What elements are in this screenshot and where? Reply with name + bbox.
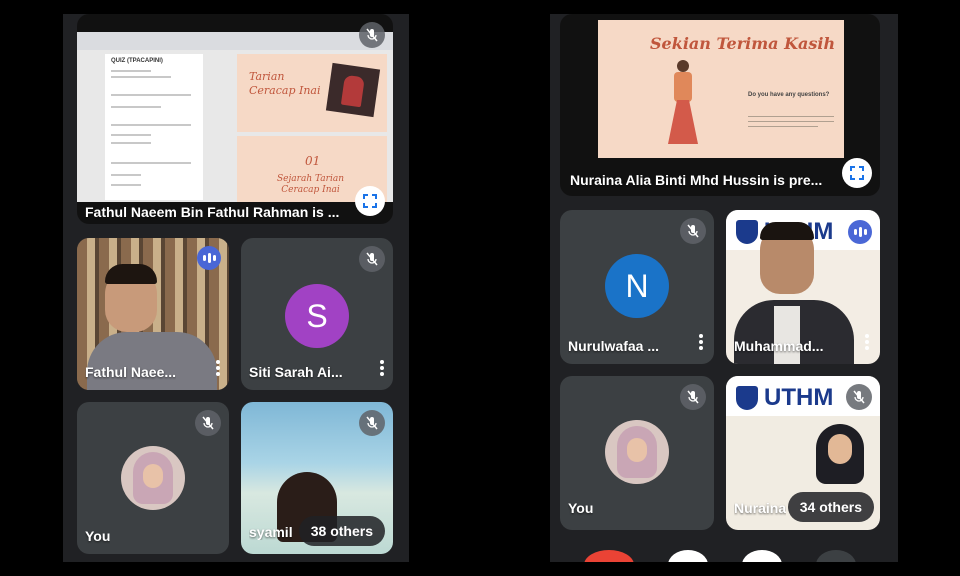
dancer-illustration	[668, 60, 698, 150]
participant-name: Siti Sarah Ai...	[249, 364, 343, 380]
mic-off-icon	[359, 410, 385, 436]
slide2-number: 01	[305, 154, 321, 168]
uthm-logo-icon	[736, 386, 758, 410]
camera-button[interactable]	[668, 550, 708, 562]
more-options-icon[interactable]	[377, 358, 387, 378]
participant-name: Nurulwafaa ...	[568, 338, 660, 354]
fullscreen-icon	[363, 194, 377, 208]
participant-tile-you[interactable]: You	[560, 376, 714, 530]
more-options-icon[interactable]	[862, 332, 872, 352]
speaking-indicator-icon	[848, 220, 872, 244]
left-phone-meet-window: QUIZ (TPACAPINI) Tarian Ceracap Inai 01 …	[63, 14, 409, 562]
slide1-photo	[325, 62, 381, 118]
uthm-logo-icon	[736, 220, 758, 244]
doc-title: QUIZ (TPACAPINI)	[111, 58, 163, 64]
presentation-tile[interactable]: QUIZ (TPACAPINI) Tarian Ceracap Inai 01 …	[77, 14, 393, 224]
participant-tile-nuraina[interactable]: UTHM Nuraina 34 others	[726, 376, 880, 530]
participant-name: You	[85, 528, 111, 544]
slide-question: Do you have any questions?	[748, 92, 830, 98]
mic-off-icon	[680, 218, 706, 244]
participant-tile-muhammad[interactable]: UTHM Muhammad...	[726, 210, 880, 364]
more-options-button[interactable]	[816, 550, 856, 562]
slide1-title: Tarian Ceracap Inai	[249, 70, 321, 97]
fullscreen-icon	[850, 166, 864, 180]
shared-screen: QUIZ (TPACAPINI) Tarian Ceracap Inai 01 …	[77, 32, 393, 202]
avatar: N	[605, 254, 669, 318]
presenter-name: Fathul Naeem Bin Fathul Rahman is ...	[85, 204, 340, 220]
participant-tile-you[interactable]: You	[77, 402, 229, 554]
mic-button[interactable]	[742, 550, 782, 562]
participant-name: Muhammad...	[734, 338, 824, 354]
participant-tile-syamil[interactable]: syamil 38 others	[241, 402, 393, 554]
avatar	[121, 446, 185, 510]
shared-slide: Sekian Terima Kasih Do you have any ques…	[598, 20, 844, 158]
participant-name: syamil	[249, 524, 293, 540]
participant-name: Nuraina	[734, 500, 787, 516]
participant-tile-siti-sarah[interactable]: S Siti Sarah Ai...	[241, 238, 393, 390]
fullscreen-button[interactable]	[355, 186, 385, 216]
mic-off-icon	[846, 384, 872, 410]
mic-off-icon	[680, 384, 706, 410]
mic-off-icon	[359, 246, 385, 272]
others-count-badge[interactable]: 38 others	[298, 516, 385, 546]
right-phone-meet-window: Sekian Terima Kasih Do you have any ques…	[550, 14, 898, 562]
participant-tile-fathul[interactable]: Fathul Naee...	[77, 238, 229, 390]
fullscreen-button[interactable]	[842, 158, 872, 188]
presenter-name: Nuraina Alia Binti Mhd Hussin is pre...	[570, 172, 823, 188]
participant-name: Fathul Naee...	[85, 364, 177, 380]
mic-off-icon	[359, 22, 385, 48]
more-options-icon[interactable]	[696, 332, 706, 352]
speaking-indicator-icon	[197, 246, 221, 270]
participant-name: You	[568, 500, 594, 516]
mic-off-icon	[195, 410, 221, 436]
more-options-icon[interactable]	[213, 358, 223, 378]
browser-toolbar	[77, 32, 393, 50]
presentation-tile[interactable]: Sekian Terima Kasih Do you have any ques…	[560, 14, 880, 196]
avatar: S	[285, 284, 349, 348]
slide2-title: Sejarah Tarian Ceracap Inai	[277, 174, 344, 195]
participant-tile-nurulwafaa[interactable]: N Nurulwafaa ...	[560, 210, 714, 364]
quiz-document: QUIZ (TPACAPINI)	[105, 54, 203, 200]
avatar	[605, 420, 669, 484]
others-count-badge[interactable]: 34 others	[787, 492, 874, 522]
slide-title: Sekian Terima Kasih	[650, 34, 836, 53]
end-call-button[interactable]	[584, 550, 634, 562]
slide-thumbnail-1: Tarian Ceracap Inai	[237, 54, 387, 132]
